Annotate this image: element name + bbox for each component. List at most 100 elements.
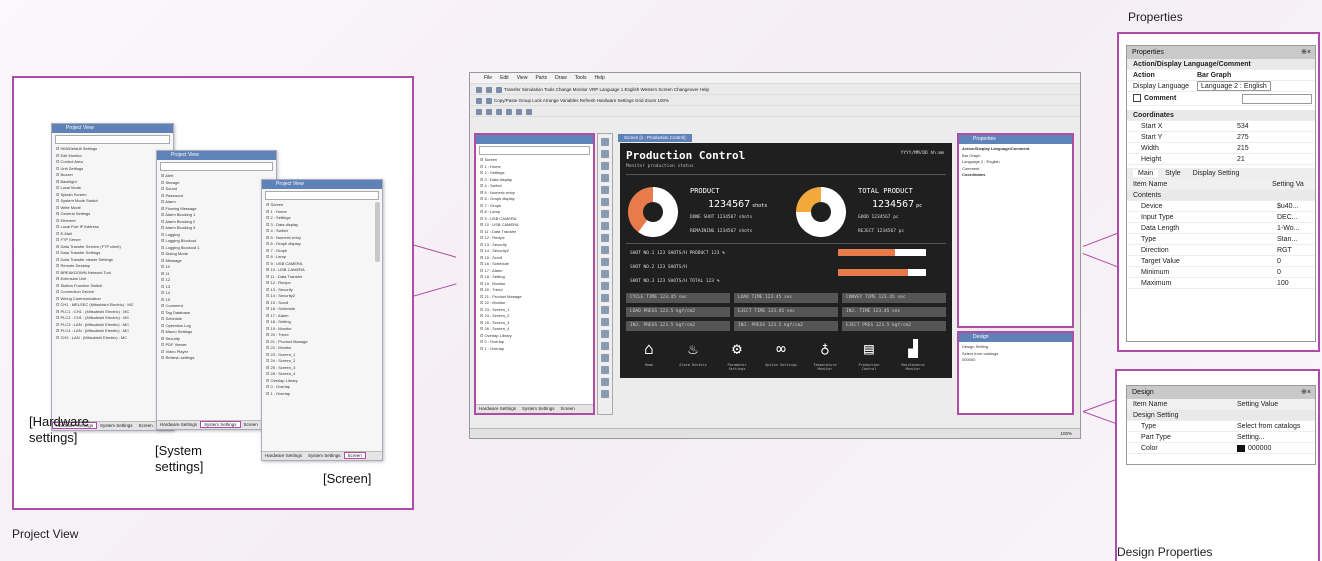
tab-hardware-settings[interactable]: Hardware Settings [476, 406, 519, 411]
search-input[interactable] [55, 135, 170, 144]
tool-icon[interactable] [601, 270, 609, 278]
property-row[interactable]: Part Type Setting... [1127, 432, 1315, 443]
copy-icon[interactable] [476, 97, 482, 104]
color-swatch[interactable] [1237, 445, 1245, 452]
tab-system-settings[interactable]: System Settings [305, 453, 344, 458]
draw-icon[interactable] [486, 108, 492, 115]
coordinates-header[interactable]: Coordinates [1127, 110, 1315, 121]
product-bar-graph[interactable] [838, 249, 926, 256]
property-row[interactable]: Height 21 [1127, 154, 1315, 165]
draw-icon[interactable] [496, 108, 502, 115]
tool-icon[interactable] [601, 186, 609, 194]
property-row[interactable]: Width 215 [1127, 143, 1315, 154]
draw-icon[interactable] [476, 108, 482, 115]
tab-screen[interactable]: Screen [343, 452, 366, 459]
menu-edit[interactable]: Edit [500, 75, 509, 81]
home-icon[interactable]: ⌂ [634, 339, 664, 358]
tool-icon[interactable] [601, 210, 609, 218]
property-row[interactable]: Direction RGT [1127, 245, 1315, 256]
checkbox[interactable] [1133, 94, 1141, 103]
new-icon[interactable] [476, 86, 482, 93]
tool-icon[interactable] [601, 354, 609, 362]
comment-input[interactable] [1242, 94, 1312, 104]
save-icon[interactable] [496, 86, 502, 93]
section-header[interactable]: Action/Display Language/Comment [1127, 59, 1315, 70]
property-row[interactable]: Start X 534 [1127, 121, 1315, 132]
tool-icon[interactable] [601, 258, 609, 266]
tool-icon[interactable] [601, 282, 609, 290]
search-input[interactable] [265, 191, 379, 200]
callout-pointer [411, 244, 457, 258]
property-row[interactable]: Device $u40... [1127, 201, 1315, 212]
close-icon[interactable]: ※× [1301, 386, 1311, 399]
total-bar-graph[interactable] [838, 269, 926, 276]
tool-icon[interactable] [601, 366, 609, 374]
factory-icon[interactable]: ▟ [898, 339, 928, 358]
menu-file[interactable]: File [484, 75, 492, 81]
tool-icon[interactable] [601, 294, 609, 302]
tab-system-settings[interactable]: System Settings [200, 421, 241, 428]
tool-icon[interactable] [601, 174, 609, 182]
tree-item[interactable]: ⊡ 1 : Overlap [480, 346, 593, 353]
tab-hardware-settings[interactable]: Hardware Settings [157, 422, 200, 427]
tool-icon[interactable] [601, 390, 609, 398]
search-icon[interactable]: ∞ [766, 339, 796, 358]
property-row[interactable]: Target Value 0 [1127, 256, 1315, 267]
menu-tools[interactable]: Tools [575, 75, 587, 81]
tab-screen[interactable]: Screen [241, 422, 261, 427]
property-row[interactable]: Type Select from catalogs [1127, 421, 1315, 432]
tab-screen[interactable]: Screen [558, 406, 578, 411]
property-row[interactable]: Type Stan... [1127, 234, 1315, 245]
property-row[interactable]: Data Length 1-Wo... [1127, 223, 1315, 234]
grid-header: Item Name Setting Va [1127, 179, 1315, 190]
tab-style[interactable]: Style [1160, 170, 1186, 177]
property-row[interactable]: Maximum 100 [1127, 278, 1315, 289]
tab-hardware-settings[interactable]: Hardware Settings [262, 453, 305, 458]
menu-help[interactable]: Help [594, 75, 604, 81]
search-input[interactable] [479, 146, 590, 155]
tool-icon[interactable] [601, 246, 609, 254]
menu-parts[interactable]: Parts [535, 75, 547, 81]
close-icon[interactable]: ※× [1301, 46, 1311, 59]
draw-icon[interactable] [506, 108, 512, 115]
scrollbar[interactable] [375, 202, 380, 262]
tool-icon[interactable] [601, 306, 609, 314]
menu-draw[interactable]: Draw [555, 75, 567, 81]
design-setting-section[interactable]: Design Setting [1127, 410, 1315, 421]
draw-icon[interactable] [516, 108, 522, 115]
tool-icon[interactable] [601, 318, 609, 326]
menu-view[interactable]: View [517, 75, 528, 81]
property-row[interactable]: Color 000000 [1127, 443, 1315, 454]
tool-icon[interactable] [601, 234, 609, 242]
hmi-screen: Production Control Monitor production st… [620, 143, 952, 378]
tab-main[interactable]: Main [1133, 170, 1159, 177]
property-row[interactable]: Input Type DEC... [1127, 212, 1315, 223]
property-row[interactable]: Minimum 0 [1127, 267, 1315, 278]
open-icon[interactable] [486, 86, 492, 93]
draw-icon[interactable] [526, 108, 532, 115]
tree-item[interactable]: ⊡ Refresh settings [161, 355, 276, 362]
tab-screen[interactable]: Screen [136, 423, 156, 428]
tool-icon[interactable] [601, 198, 609, 206]
tab-system-settings[interactable]: System Settings [519, 406, 558, 411]
production-icon[interactable]: ▤ [854, 339, 884, 358]
tool-icon[interactable] [601, 162, 609, 170]
tree-item[interactable]: ⊡ 1 : Overlap [266, 391, 382, 398]
tool-icon[interactable] [601, 378, 609, 386]
tab-system-settings[interactable]: System Settings [97, 423, 136, 428]
settings-icon[interactable]: ⚙ [722, 339, 752, 358]
paste-icon[interactable] [486, 97, 492, 104]
tool-icon[interactable] [601, 138, 609, 146]
property-row[interactable]: Start Y 275 [1127, 132, 1315, 143]
tool-icon[interactable] [601, 342, 609, 350]
tab-display-setting[interactable]: Display Setting [1188, 170, 1245, 177]
temperature-icon[interactable]: ♁ [810, 339, 840, 358]
screen-tab[interactable]: Screen [1 : Production Control] [618, 134, 692, 142]
tool-icon[interactable] [601, 150, 609, 158]
alarm-icon[interactable]: ♨ [678, 339, 708, 358]
tool-icon[interactable] [601, 330, 609, 338]
contents-section[interactable]: Contents [1127, 190, 1315, 201]
display-language-select[interactable]: Language 2 : English [1197, 81, 1271, 91]
tool-icon[interactable] [601, 222, 609, 230]
search-input[interactable] [160, 162, 273, 171]
